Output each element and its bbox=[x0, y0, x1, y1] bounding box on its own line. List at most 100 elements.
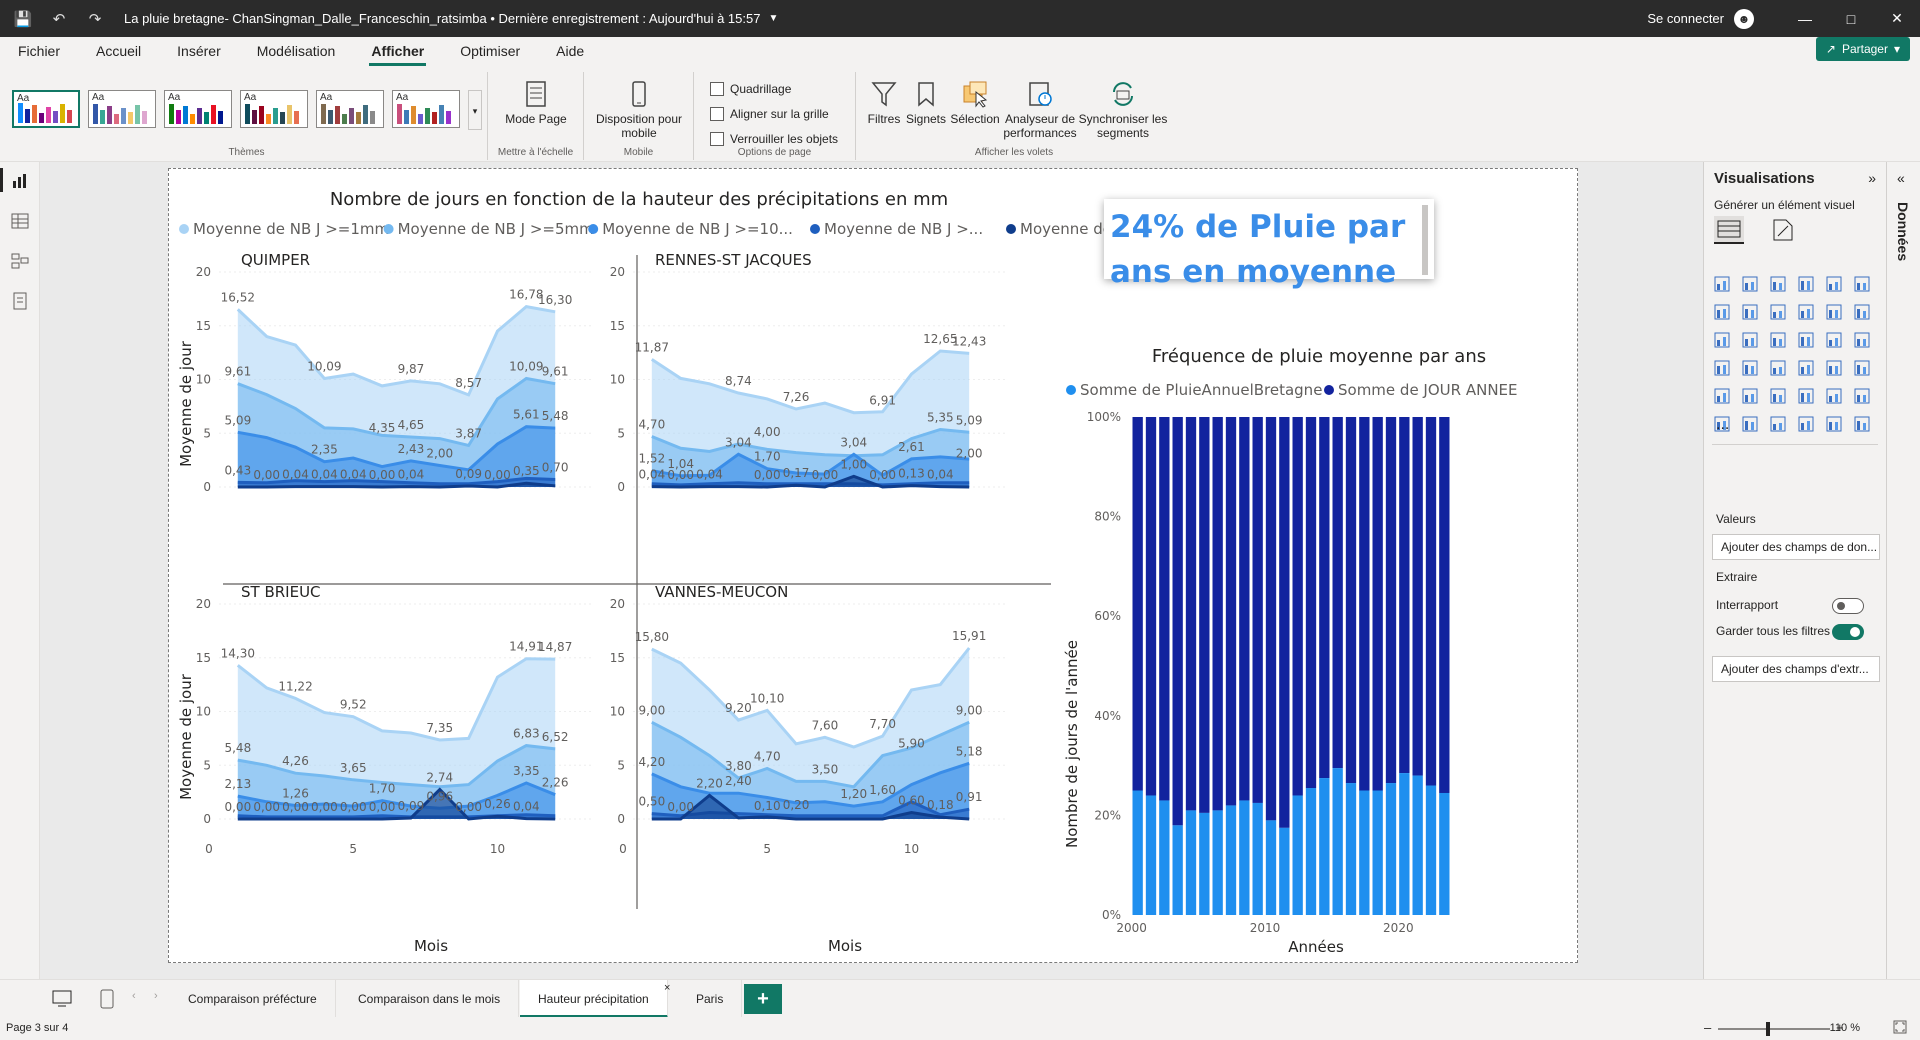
scatter-icon[interactable] bbox=[1770, 332, 1786, 348]
close-tab-icon[interactable]: × bbox=[664, 982, 670, 994]
slicer-icon[interactable] bbox=[1742, 388, 1758, 404]
tab-accueil[interactable]: Accueil bbox=[78, 37, 159, 66]
azure-map-icon[interactable] bbox=[1770, 360, 1786, 376]
minimize-icon[interactable]: — bbox=[1782, 0, 1828, 37]
avatar-icon[interactable]: ☻ bbox=[1734, 8, 1754, 29]
scroll-right-icon[interactable]: › bbox=[154, 990, 158, 1002]
theme-thumb-6[interactable]: Aa bbox=[392, 90, 460, 128]
zoom-out-icon[interactable]: – bbox=[1704, 1020, 1711, 1035]
filters-button[interactable]: Filtres bbox=[864, 80, 904, 126]
undo-icon[interactable]: ↶ bbox=[46, 6, 72, 32]
theme-thumb-2[interactable]: Aa bbox=[88, 90, 156, 128]
tab-modelisation[interactable]: Modélisation bbox=[239, 37, 354, 66]
waterfall-icon[interactable] bbox=[1714, 332, 1730, 348]
stacked-column-icon[interactable] bbox=[1742, 276, 1758, 292]
theme-thumb-5[interactable]: Aa bbox=[316, 90, 384, 128]
paginated-icon[interactable] bbox=[1826, 416, 1842, 432]
drill-field-well[interactable]: Ajouter des champs d'extr... bbox=[1712, 656, 1880, 682]
mode-page-button[interactable]: Mode Page bbox=[498, 80, 574, 126]
r-visual-icon[interactable] bbox=[1826, 388, 1842, 404]
build-visual-tab[interactable] bbox=[1714, 216, 1744, 244]
kpi-card[interactable]: 24% de Pluie par ans en moyenne bbox=[1104, 199, 1434, 290]
100-bar-icon[interactable] bbox=[1826, 276, 1842, 292]
dax-query-icon[interactable] bbox=[11, 292, 29, 310]
page-tab-comparaison-prefecture[interactable]: Comparaison préfécture bbox=[170, 980, 336, 1018]
donut-icon[interactable] bbox=[1826, 332, 1842, 348]
page-tab-hauteur-precipitation[interactable]: Hauteur précipitation bbox=[520, 980, 668, 1018]
theme-thumb-1[interactable]: Aa bbox=[12, 90, 80, 128]
format-visual-tab[interactable] bbox=[1768, 216, 1798, 244]
funnel-icon[interactable] bbox=[1742, 332, 1758, 348]
table-icon[interactable] bbox=[1770, 388, 1786, 404]
lock-objects-checkbox[interactable]: Verrouiller les objets bbox=[710, 132, 838, 146]
themes-expand-icon[interactable]: ▾ bbox=[468, 90, 482, 130]
expand-pane-icon[interactable]: « bbox=[1897, 170, 1905, 186]
cross-report-toggle[interactable] bbox=[1832, 598, 1864, 614]
redo-icon[interactable]: ↷ bbox=[82, 6, 108, 32]
bookmarks-button[interactable]: Signets bbox=[904, 80, 948, 126]
stacked-area-icon[interactable] bbox=[1770, 304, 1786, 320]
python-icon[interactable] bbox=[1854, 388, 1870, 404]
clustered-bar-icon[interactable] bbox=[1770, 276, 1786, 292]
sign-in-link[interactable]: Se connecter bbox=[1647, 11, 1724, 26]
gauge-icon[interactable] bbox=[1798, 360, 1814, 376]
card-icon[interactable] bbox=[1826, 360, 1842, 376]
page-tab-paris[interactable]: Paris bbox=[678, 980, 743, 1018]
theme-thumb-4[interactable]: Aa bbox=[240, 90, 308, 128]
kpi-icon[interactable] bbox=[1714, 388, 1730, 404]
card-scrollbar[interactable] bbox=[1422, 205, 1428, 275]
zoom-slider[interactable] bbox=[1718, 1028, 1830, 1030]
map-icon[interactable] bbox=[1714, 360, 1730, 376]
treemap-icon[interactable] bbox=[1854, 332, 1870, 348]
zoom-slider-knob[interactable] bbox=[1766, 1022, 1770, 1036]
maximize-icon[interactable]: □ bbox=[1828, 0, 1874, 37]
tab-inserer[interactable]: Insérer bbox=[159, 37, 239, 66]
keep-filters-toggle[interactable] bbox=[1832, 624, 1864, 640]
line-column-icon[interactable] bbox=[1798, 304, 1814, 320]
share-button[interactable]: ↗ Partager ▾ bbox=[1815, 37, 1910, 61]
pie-icon[interactable] bbox=[1798, 332, 1814, 348]
values-field-well[interactable]: Ajouter des champs de don... bbox=[1712, 534, 1880, 560]
more-visuals-icon[interactable]: ... bbox=[1716, 416, 1729, 434]
area-chart-visual[interactable]: Nombre de jours en fonction de la hauteu… bbox=[177, 189, 1142, 955]
narrative-icon[interactable] bbox=[1798, 416, 1814, 432]
tab-afficher[interactable]: Afficher bbox=[353, 37, 442, 66]
add-page-button[interactable]: + bbox=[744, 984, 782, 1014]
filled-map-icon[interactable] bbox=[1742, 360, 1758, 376]
desktop-view-icon[interactable] bbox=[52, 990, 72, 1011]
selection-button[interactable]: Sélection bbox=[948, 80, 1002, 126]
mobile-view-icon[interactable] bbox=[100, 989, 114, 1012]
stacked-bar-icon[interactable] bbox=[1714, 276, 1730, 292]
save-icon[interactable]: 💾 bbox=[10, 6, 36, 32]
bar-chart-visual[interactable]: Fréquence de pluie moyenne par ans Somme… bbox=[1063, 346, 1518, 956]
tab-fichier[interactable]: Fichier bbox=[0, 37, 78, 66]
line-icon[interactable] bbox=[1714, 304, 1730, 320]
theme-thumb-3[interactable]: Aa bbox=[164, 90, 232, 128]
chevron-down-icon[interactable]: ▼ bbox=[768, 13, 778, 24]
snap-grid-checkbox[interactable]: Aligner sur la grille bbox=[710, 107, 829, 121]
sync-slicers-button[interactable]: Synchroniser les segments bbox=[1078, 80, 1168, 140]
area-icon[interactable] bbox=[1742, 304, 1758, 320]
ribbon-icon[interactable] bbox=[1854, 304, 1870, 320]
gridlines-checkbox[interactable]: Quadrillage bbox=[710, 82, 791, 96]
tab-aide[interactable]: Aide bbox=[538, 37, 602, 66]
multirow-card-icon[interactable] bbox=[1854, 360, 1870, 376]
100-column-icon[interactable] bbox=[1854, 276, 1870, 292]
table-view-icon[interactable] bbox=[11, 212, 29, 230]
line-clustered-icon[interactable] bbox=[1826, 304, 1842, 320]
clustered-column-icon[interactable] bbox=[1798, 276, 1814, 292]
power-apps-icon[interactable] bbox=[1854, 416, 1870, 432]
qa-icon[interactable] bbox=[1770, 416, 1786, 432]
fit-page-icon[interactable] bbox=[1892, 1019, 1908, 1038]
model-view-icon[interactable] bbox=[11, 252, 29, 270]
report-view-icon[interactable] bbox=[11, 172, 29, 190]
mobile-layout-button[interactable]: Disposition pour mobile bbox=[590, 80, 688, 140]
page-tab-comparaison-mois[interactable]: Comparaison dans le mois bbox=[340, 980, 520, 1018]
tab-optimiser[interactable]: Optimiser bbox=[442, 37, 538, 66]
close-icon[interactable]: ✕ bbox=[1874, 0, 1920, 37]
collapse-pane-icon[interactable]: » bbox=[1868, 170, 1876, 186]
matrix-icon[interactable] bbox=[1798, 388, 1814, 404]
perf-analyzer-button[interactable]: Analyseur de performances bbox=[1002, 80, 1078, 140]
decomposition-icon[interactable] bbox=[1742, 416, 1758, 432]
data-pane-collapsed[interactable]: « Données bbox=[1886, 162, 1920, 979]
